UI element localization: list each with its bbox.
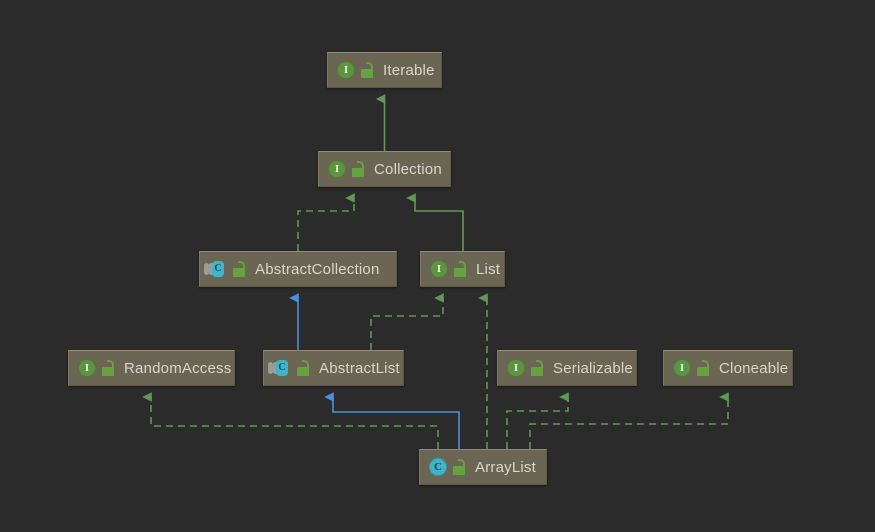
- edge-abstractlist-to-list: [370, 293, 444, 350]
- class-node-label: List: [476, 260, 501, 278]
- class-node-iterable[interactable]: I Iterable: [327, 52, 442, 88]
- unlocked-padlock-icon: [296, 360, 310, 376]
- class-node-arraylist[interactable]: C ArrayList: [419, 449, 547, 485]
- class-icon: C: [429, 458, 447, 476]
- class-node-label: Serializable: [553, 359, 633, 377]
- unlocked-padlock-icon: [232, 261, 246, 277]
- class-node-label: Collection: [374, 160, 442, 178]
- interface-icon: I: [328, 160, 346, 178]
- unlocked-padlock-icon: [360, 62, 374, 78]
- unlocked-padlock-icon: [453, 261, 467, 277]
- class-node-list[interactable]: I List: [420, 251, 505, 287]
- class-node-abstractcollection[interactable]: C AbstractCollection: [199, 251, 397, 287]
- unlocked-padlock-icon: [696, 360, 710, 376]
- class-node-randomaccess[interactable]: I RandomAccess: [68, 350, 235, 386]
- interface-icon: I: [507, 359, 525, 377]
- edge-abstractcollection-to-collection: [297, 193, 355, 251]
- class-node-label: AbstractList: [319, 359, 400, 377]
- class-node-label: RandomAccess: [124, 359, 232, 377]
- abstract-class-icon: C: [204, 260, 227, 278]
- interface-icon: I: [673, 359, 691, 377]
- edge-arraylist-to-cloneable: [529, 392, 729, 449]
- edge-arraylist-to-randomaccess: [142, 392, 439, 449]
- unlocked-padlock-icon: [101, 360, 115, 376]
- interface-icon: I: [337, 61, 355, 79]
- class-node-label: ArrayList: [475, 458, 536, 476]
- class-node-abstractlist[interactable]: C AbstractList: [263, 350, 404, 386]
- class-node-cloneable[interactable]: I Cloneable: [663, 350, 793, 386]
- unlocked-padlock-icon: [452, 459, 466, 475]
- class-diagram-canvas: I Iterable I Collection C AbstractCollec…: [0, 0, 875, 532]
- edge-list-to-collection: [406, 193, 464, 251]
- abstract-class-icon: C: [268, 359, 291, 377]
- class-node-label: Iterable: [383, 61, 435, 79]
- edge-arraylist-to-serializable: [506, 392, 569, 449]
- class-node-serializable[interactable]: I Serializable: [497, 350, 637, 386]
- unlocked-padlock-icon: [530, 360, 544, 376]
- unlocked-padlock-icon: [351, 161, 365, 177]
- interface-icon: I: [78, 359, 96, 377]
- class-node-label: Cloneable: [719, 359, 789, 377]
- interface-icon: I: [430, 260, 448, 278]
- class-node-collection[interactable]: I Collection: [318, 151, 451, 187]
- edge-arraylist-to-abstractlist: [324, 392, 460, 449]
- class-node-label: AbstractCollection: [255, 260, 380, 278]
